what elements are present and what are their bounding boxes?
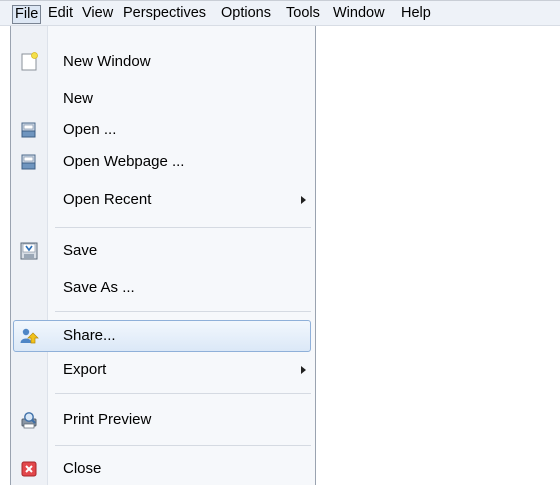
- submenu-arrow-icon: [301, 366, 306, 374]
- menu-item-label: New: [63, 90, 94, 107]
- menu-item-open-recent[interactable]: Open Recent: [11, 184, 315, 216]
- print-preview-icon: [19, 410, 39, 430]
- menu-separator: [55, 445, 311, 446]
- menu-window[interactable]: Window: [330, 5, 388, 24]
- menu-separator: [55, 227, 311, 228]
- menu-item-label: Close: [63, 460, 102, 477]
- menu-item-new[interactable]: New: [11, 83, 315, 115]
- submenu-arrow-icon: [301, 196, 306, 204]
- close-icon: [19, 459, 39, 479]
- open-webpage-icon: [19, 152, 39, 172]
- menu-bar: File Edit View Perspectives Options Tool…: [0, 0, 560, 26]
- menu-item-open[interactable]: Open ...: [11, 114, 315, 146]
- menu-item-label: Save: [63, 242, 98, 259]
- save-icon: [19, 241, 39, 261]
- menu-item-highlight: [13, 320, 311, 352]
- menu-item-label: Open Webpage ...: [63, 153, 185, 170]
- share-icon: [19, 326, 39, 346]
- menu-item-open-webpage[interactable]: Open Webpage ...: [11, 146, 315, 178]
- open-folder-icon: [19, 120, 39, 140]
- menu-separator: [55, 393, 311, 394]
- menu-item-label: New Window: [63, 53, 151, 70]
- menu-tools[interactable]: Tools: [283, 5, 323, 24]
- new-window-icon: [19, 52, 39, 72]
- menu-view[interactable]: View: [79, 5, 116, 24]
- menu-perspectives[interactable]: Perspectives: [120, 5, 209, 24]
- menu-item-export[interactable]: Export: [11, 354, 315, 386]
- menu-options[interactable]: Options: [218, 5, 274, 24]
- menu-item-save[interactable]: Save: [11, 235, 315, 267]
- menu-item-new-window[interactable]: New Window: [11, 46, 315, 78]
- menu-help[interactable]: Help: [398, 5, 434, 24]
- menu-item-share[interactable]: Share...: [11, 319, 315, 353]
- menu-separator: [55, 311, 311, 312]
- menu-item-label: Print Preview: [63, 411, 152, 428]
- file-dropdown-menu: New Window New Open ... Open Webpage ...…: [10, 26, 316, 485]
- menu-item-save-as[interactable]: Save As ...: [11, 272, 315, 304]
- menu-item-close[interactable]: Close: [11, 453, 315, 485]
- menu-file[interactable]: File: [12, 5, 42, 24]
- menu-item-label: Open Recent: [63, 191, 152, 208]
- menu-edit[interactable]: Edit: [45, 5, 76, 24]
- menu-item-label: Export: [63, 361, 107, 378]
- menu-item-label: Open ...: [63, 121, 117, 138]
- menu-item-print-preview[interactable]: Print Preview: [11, 404, 315, 436]
- menu-item-label: Share...: [63, 327, 116, 344]
- menu-item-label: Save As ...: [63, 279, 135, 296]
